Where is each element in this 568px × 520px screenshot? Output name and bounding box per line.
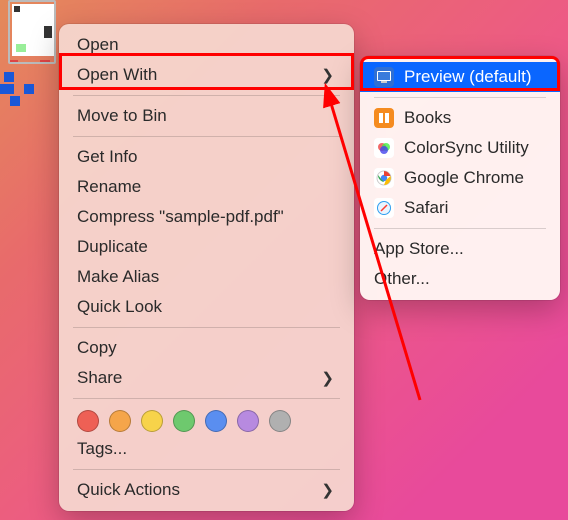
menu-copy[interactable]: Copy bbox=[59, 333, 354, 363]
separator bbox=[374, 228, 546, 229]
chrome-icon bbox=[374, 168, 394, 188]
menu-move-to-bin[interactable]: Move to Bin bbox=[59, 101, 354, 131]
menu-duplicate[interactable]: Duplicate bbox=[59, 232, 354, 262]
menu-tags[interactable]: Tags... bbox=[59, 434, 354, 464]
separator bbox=[73, 327, 340, 328]
submenu-safari[interactable]: Safari bbox=[360, 193, 560, 223]
context-menu: Open Open With ❯ Move to Bin Get Info Re… bbox=[59, 24, 354, 511]
colorsync-icon bbox=[374, 138, 394, 158]
tag-blue[interactable] bbox=[205, 410, 227, 432]
selection-pixels bbox=[0, 72, 40, 112]
submenu-label: Preview (default) bbox=[404, 67, 532, 87]
preview-icon bbox=[374, 67, 394, 87]
submenu-preview[interactable]: Preview (default) bbox=[360, 62, 560, 92]
submenu-label: App Store... bbox=[374, 239, 464, 259]
tag-green[interactable] bbox=[173, 410, 195, 432]
open-with-submenu: Preview (default) Books ColorSync Utilit… bbox=[360, 56, 560, 300]
tag-gray[interactable] bbox=[269, 410, 291, 432]
books-icon bbox=[374, 108, 394, 128]
menu-label: Rename bbox=[77, 177, 141, 197]
menu-label: Compress "sample-pdf.pdf" bbox=[77, 207, 284, 227]
submenu-chrome[interactable]: Google Chrome bbox=[360, 163, 560, 193]
menu-quick-look[interactable]: Quick Look bbox=[59, 292, 354, 322]
chevron-right-icon: ❯ bbox=[321, 369, 336, 387]
menu-label: Open bbox=[77, 35, 119, 55]
submenu-app-store[interactable]: App Store... bbox=[360, 234, 560, 264]
menu-quick-actions[interactable]: Quick Actions ❯ bbox=[59, 475, 354, 505]
submenu-books[interactable]: Books bbox=[360, 103, 560, 133]
submenu-label: Books bbox=[404, 108, 451, 128]
tag-yellow[interactable] bbox=[141, 410, 163, 432]
menu-share[interactable]: Share ❯ bbox=[59, 363, 354, 393]
menu-label: Get Info bbox=[77, 147, 137, 167]
separator bbox=[73, 469, 340, 470]
submenu-label: Other... bbox=[374, 269, 430, 289]
submenu-label: Safari bbox=[404, 198, 448, 218]
menu-compress[interactable]: Compress "sample-pdf.pdf" bbox=[59, 202, 354, 232]
chevron-right-icon: ❯ bbox=[321, 481, 336, 499]
tag-red[interactable] bbox=[77, 410, 99, 432]
submenu-other[interactable]: Other... bbox=[360, 264, 560, 294]
menu-label: Open With bbox=[77, 65, 157, 85]
tag-color-row bbox=[59, 404, 354, 434]
separator bbox=[374, 97, 546, 98]
menu-rename[interactable]: Rename bbox=[59, 172, 354, 202]
tag-orange[interactable] bbox=[109, 410, 131, 432]
menu-label: Copy bbox=[77, 338, 117, 358]
file-thumbnail[interactable] bbox=[8, 0, 56, 64]
menu-make-alias[interactable]: Make Alias bbox=[59, 262, 354, 292]
menu-label: Make Alias bbox=[77, 267, 159, 287]
separator bbox=[73, 398, 340, 399]
menu-open[interactable]: Open bbox=[59, 30, 354, 60]
menu-get-info[interactable]: Get Info bbox=[59, 142, 354, 172]
submenu-label: ColorSync Utility bbox=[404, 138, 529, 158]
menu-label: Duplicate bbox=[77, 237, 148, 257]
safari-icon bbox=[374, 198, 394, 218]
menu-label: Quick Look bbox=[77, 297, 162, 317]
separator bbox=[73, 95, 340, 96]
submenu-label: Google Chrome bbox=[404, 168, 524, 188]
submenu-colorsync[interactable]: ColorSync Utility bbox=[360, 133, 560, 163]
menu-label: Move to Bin bbox=[77, 106, 167, 126]
menu-label: Share bbox=[77, 368, 122, 388]
tag-purple[interactable] bbox=[237, 410, 259, 432]
separator bbox=[73, 136, 340, 137]
chevron-right-icon: ❯ bbox=[321, 66, 336, 84]
menu-label: Tags... bbox=[77, 439, 127, 459]
menu-label: Quick Actions bbox=[77, 480, 180, 500]
menu-open-with[interactable]: Open With ❯ bbox=[59, 60, 354, 90]
